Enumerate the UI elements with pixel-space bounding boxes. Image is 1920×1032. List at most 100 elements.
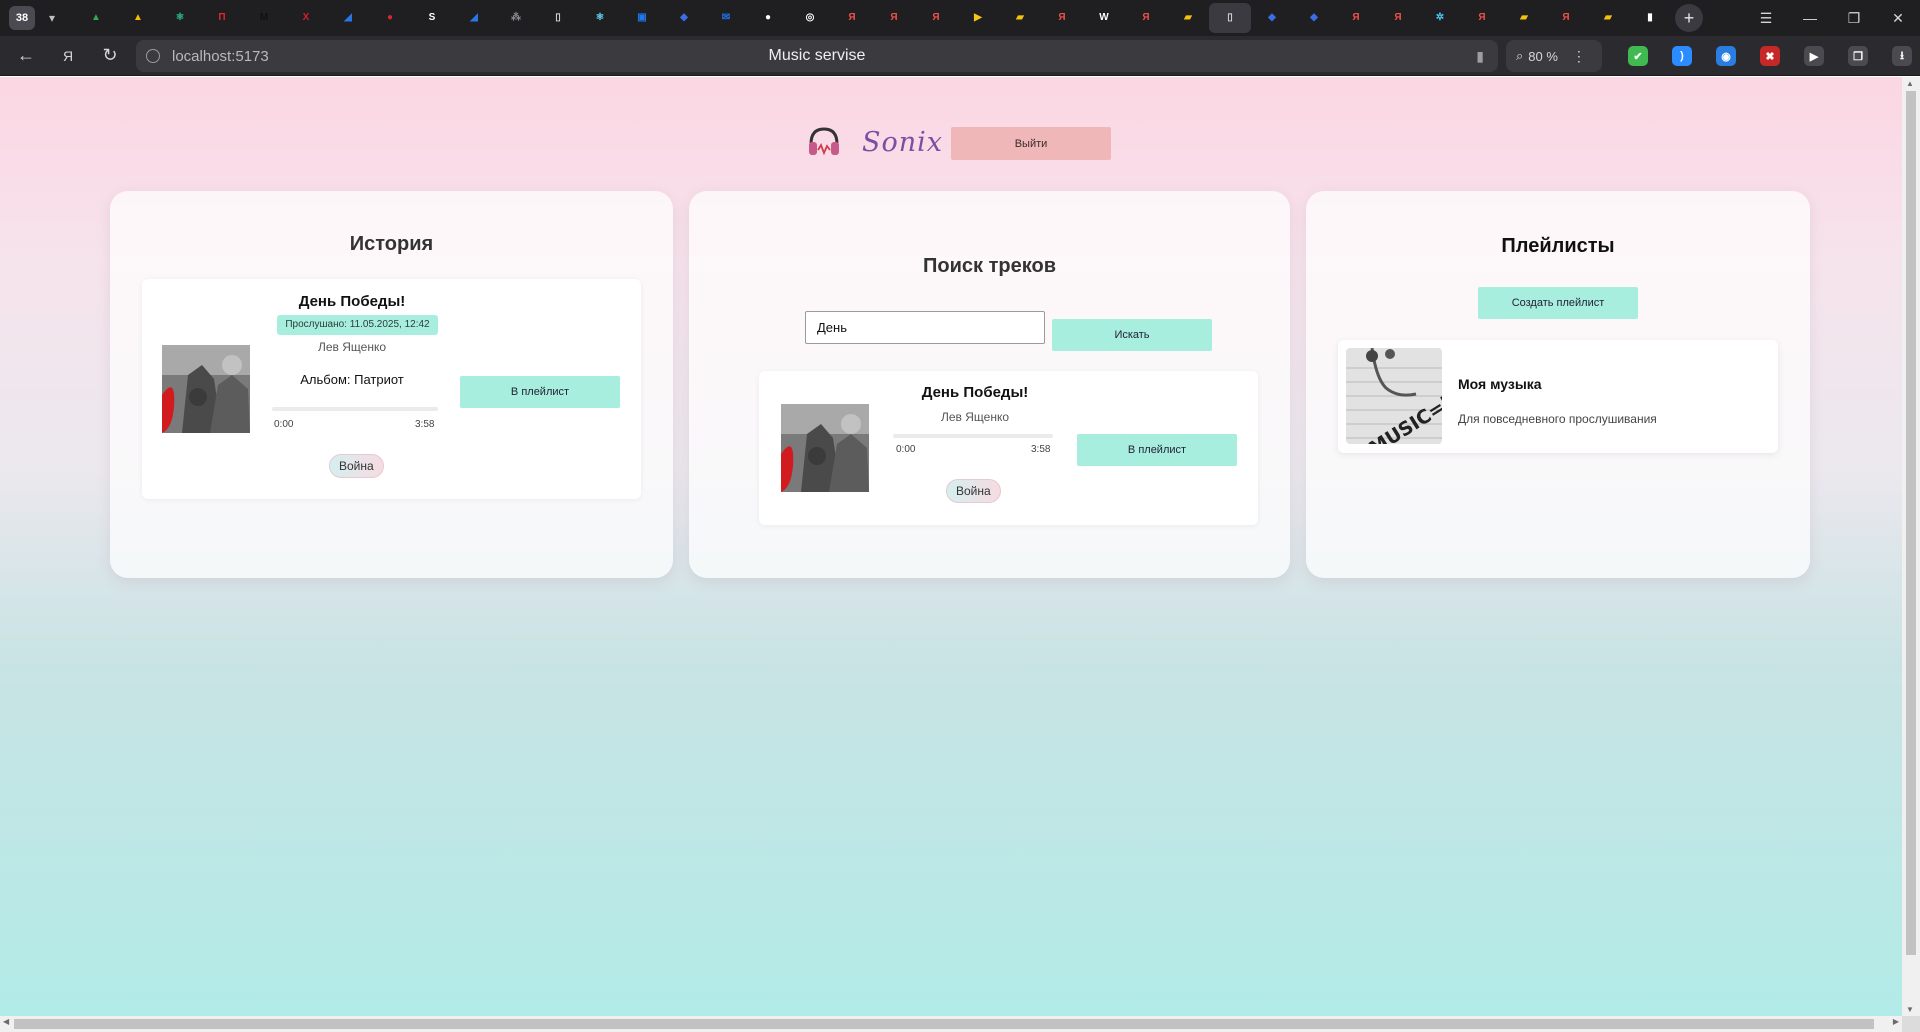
browser-tab[interactable]: ▮	[1629, 3, 1671, 33]
browser-tab[interactable]: Я	[1125, 3, 1167, 33]
browser-tab[interactable]: ●	[369, 3, 411, 33]
browser-tab[interactable]: ▣	[621, 3, 663, 33]
yellow-folder-icon: ▰	[1184, 12, 1192, 23]
back-arrow-icon[interactable]: ←	[8, 40, 44, 72]
scroll-right-arrow-icon[interactable]: ▶	[1893, 1017, 1899, 1026]
add-to-playlist-button[interactable]: В плейлист	[1077, 434, 1237, 466]
search-input[interactable]	[805, 311, 1045, 344]
url-text[interactable]: localhost:5173	[172, 48, 269, 65]
browser-tab[interactable]: ⁂	[495, 3, 537, 33]
browser-tab[interactable]: X	[285, 3, 327, 33]
browser-tab[interactable]: ▯	[1209, 3, 1251, 33]
genre-tag[interactable]: Война	[946, 479, 1001, 503]
play-icon: ▶	[974, 12, 982, 23]
logout-button[interactable]: Выйти	[951, 127, 1111, 160]
browser-toolbar: ← Я ↻ localhost:5173 Music servise ▮ ⌕ 8…	[0, 36, 1920, 76]
browser-tab[interactable]: ◢	[327, 3, 369, 33]
browser-tab[interactable]: Я	[1461, 3, 1503, 33]
browser-tab[interactable]: W	[1083, 3, 1125, 33]
track-progress-bar[interactable]	[893, 434, 1053, 438]
minimize-icon[interactable]: —	[1788, 0, 1832, 36]
add-to-playlist-button[interactable]: В плейлист	[460, 376, 620, 408]
bookmark-icon[interactable]: ▮	[1476, 48, 1484, 65]
yellow-folder-icon: ▰	[1016, 12, 1024, 23]
snowflake-icon: ✲	[1435, 12, 1445, 23]
browser-tab[interactable]: Я	[1377, 3, 1419, 33]
horizontal-scroll-thumb[interactable]	[14, 1019, 1874, 1029]
extension-button[interactable]: ▶	[1796, 40, 1832, 72]
browser-tab[interactable]: ▲	[75, 3, 117, 33]
mail-icon: ✉	[721, 12, 731, 23]
browser-tab[interactable]: ◆	[1251, 3, 1293, 33]
s-circle-icon: S	[428, 12, 436, 23]
scroll-down-arrow-icon[interactable]: ▼	[1906, 1005, 1914, 1014]
track-artist: Лев Ященко	[940, 410, 1010, 424]
track-progress-bar[interactable]	[272, 407, 438, 411]
scroll-left-arrow-icon[interactable]: ◀	[3, 1017, 9, 1026]
browser-tab[interactable]: Я	[915, 3, 957, 33]
bird-icon: ◆	[1310, 12, 1318, 23]
browser-tab[interactable]: ▶	[957, 3, 999, 33]
browser-tab[interactable]: Я	[1545, 3, 1587, 33]
address-bar[interactable]: localhost:5173 Music servise ▮	[136, 40, 1498, 72]
search-button[interactable]: Искать	[1052, 319, 1212, 351]
genre-tag[interactable]: Война	[329, 454, 384, 478]
site-info-icon[interactable]	[146, 49, 160, 63]
shield-check-icon: ✔	[1628, 46, 1648, 66]
browser-tab[interactable]: Я	[831, 3, 873, 33]
browser-tab[interactable]: ▲	[117, 3, 159, 33]
brand-logo-text: Sonix	[862, 126, 944, 158]
browser-tab[interactable]: S	[411, 3, 453, 33]
track-title: День Победы!	[921, 384, 1029, 401]
yandex-icon: Я	[932, 12, 940, 23]
browser-tab[interactable]: ◢	[453, 3, 495, 33]
yandex-icon: Я	[1058, 12, 1066, 23]
browser-tab[interactable]: ▰	[1587, 3, 1629, 33]
track-album: Альбом: Патриот	[300, 372, 404, 387]
browser-tab[interactable]: ▰	[1503, 3, 1545, 33]
browser-tab[interactable]: ◆	[663, 3, 705, 33]
browser-menu-icon[interactable]: ☰	[1744, 0, 1788, 36]
extension-button[interactable]: ❐	[1840, 40, 1876, 72]
horizontal-scrollbar[interactable]: ◀ ▶	[0, 1016, 1902, 1032]
extension-button[interactable]: ⭳	[1884, 40, 1920, 72]
tab-count-badge[interactable]: 38	[9, 6, 35, 30]
browser-tab[interactable]: Я	[1335, 3, 1377, 33]
browser-tab[interactable]: ▯	[537, 3, 579, 33]
scroll-up-arrow-icon[interactable]: ▲	[1906, 79, 1914, 88]
browser-tab[interactable]: Я	[873, 3, 915, 33]
zoom-control[interactable]: ⌕ 80 % ⋮	[1506, 40, 1602, 72]
extension-icons: ✔) ◉ ✖ ▶ ❐ ⭳	[1620, 40, 1920, 72]
browser-tab[interactable]: M	[243, 3, 285, 33]
browser-tab[interactable]: Я	[1041, 3, 1083, 33]
browser-tab[interactable]: ⚛	[579, 3, 621, 33]
browser-tab[interactable]: ⚛	[159, 3, 201, 33]
close-icon[interactable]: ✕	[1876, 0, 1920, 36]
browser-tab[interactable]: ▰	[999, 3, 1041, 33]
vertical-scrollbar[interactable]: ▲ ▼	[1902, 77, 1920, 1016]
browser-tab[interactable]: ◆	[1293, 3, 1335, 33]
browser-tab[interactable]: ✲	[1419, 3, 1461, 33]
browser-tab[interactable]: ▰	[1167, 3, 1209, 33]
extension-button[interactable]: ◉	[1708, 40, 1744, 72]
browser-tab[interactable]: ✉	[705, 3, 747, 33]
restore-icon[interactable]: ❐	[1832, 0, 1876, 36]
github-icon: ●	[764, 12, 772, 23]
track-time-start: 0:00	[896, 444, 916, 455]
reload-icon[interactable]: ↻	[92, 40, 128, 72]
scrollbar-corner	[1902, 1016, 1920, 1032]
vertical-scroll-thumb[interactable]	[1906, 91, 1916, 955]
zoom-menu-icon[interactable]: ⋮	[1572, 48, 1586, 65]
extension-button[interactable]: ✔	[1620, 40, 1656, 72]
tab-list-chevron-icon[interactable]: ▾	[39, 6, 65, 30]
new-tab-button[interactable]: +	[1675, 4, 1703, 32]
create-playlist-button[interactable]: Создать плейлист	[1478, 287, 1638, 319]
extension-button[interactable]: )	[1664, 40, 1700, 72]
browser-tab[interactable]: ●	[747, 3, 789, 33]
browser-tab[interactable]: ◎	[789, 3, 831, 33]
yandex-home-icon[interactable]: Я	[50, 40, 86, 72]
extension-button[interactable]: ✖	[1752, 40, 1788, 72]
browser-tab[interactable]: П	[201, 3, 243, 33]
bird-icon: ◆	[1268, 12, 1276, 23]
playlist-card[interactable]: MUSIC=life Моя музыка Для повседневного …	[1338, 340, 1778, 453]
